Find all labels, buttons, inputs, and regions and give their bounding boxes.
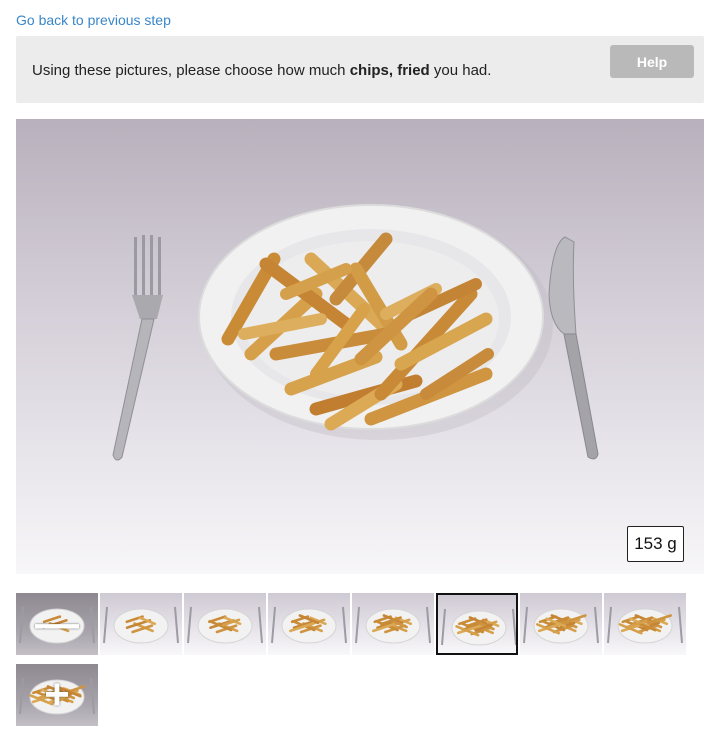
thumbnail-image xyxy=(523,606,599,644)
portion-thumbnail[interactable] xyxy=(352,593,434,655)
weight-label: 153 g xyxy=(627,526,684,562)
plus-icon: + xyxy=(44,670,70,719)
thumbnail-image xyxy=(271,606,347,644)
minus-icon: — xyxy=(35,599,79,648)
portion-thumbnail[interactable] xyxy=(268,593,350,655)
thumbnail-image xyxy=(355,606,431,644)
knife-icon xyxy=(548,236,599,460)
portion-thumbnail[interactable] xyxy=(604,593,686,655)
prompt-text-after: you had. xyxy=(429,62,492,79)
portion-thumbnail[interactable] xyxy=(436,593,518,655)
prompt-panel: Using these pictures, please choose how … xyxy=(16,36,704,103)
increase-portion-button[interactable]: + xyxy=(16,664,98,726)
food-name: chips, fried xyxy=(349,62,430,79)
decrease-portion-button[interactable]: — xyxy=(16,593,98,655)
portion-thumbnail[interactable] xyxy=(520,593,602,655)
back-link[interactable]: Go back to previous step xyxy=(16,12,171,28)
portion-photo: 153 g xyxy=(16,119,704,574)
portion-thumbnail[interactable] xyxy=(100,593,182,655)
fork-icon xyxy=(112,235,163,461)
prompt-text-before: Using these pictures, please choose how … xyxy=(32,62,350,79)
thumbnail-image xyxy=(103,606,179,644)
thumbnail-image xyxy=(607,606,683,644)
prompt-text: Using these pictures, please choose how … xyxy=(32,62,491,79)
plate-illustration xyxy=(112,204,599,461)
thumbnail-image xyxy=(441,608,516,646)
portion-thumbnail[interactable] xyxy=(184,593,266,655)
help-button[interactable]: Help xyxy=(610,45,694,78)
thumbnail-image xyxy=(187,606,263,644)
